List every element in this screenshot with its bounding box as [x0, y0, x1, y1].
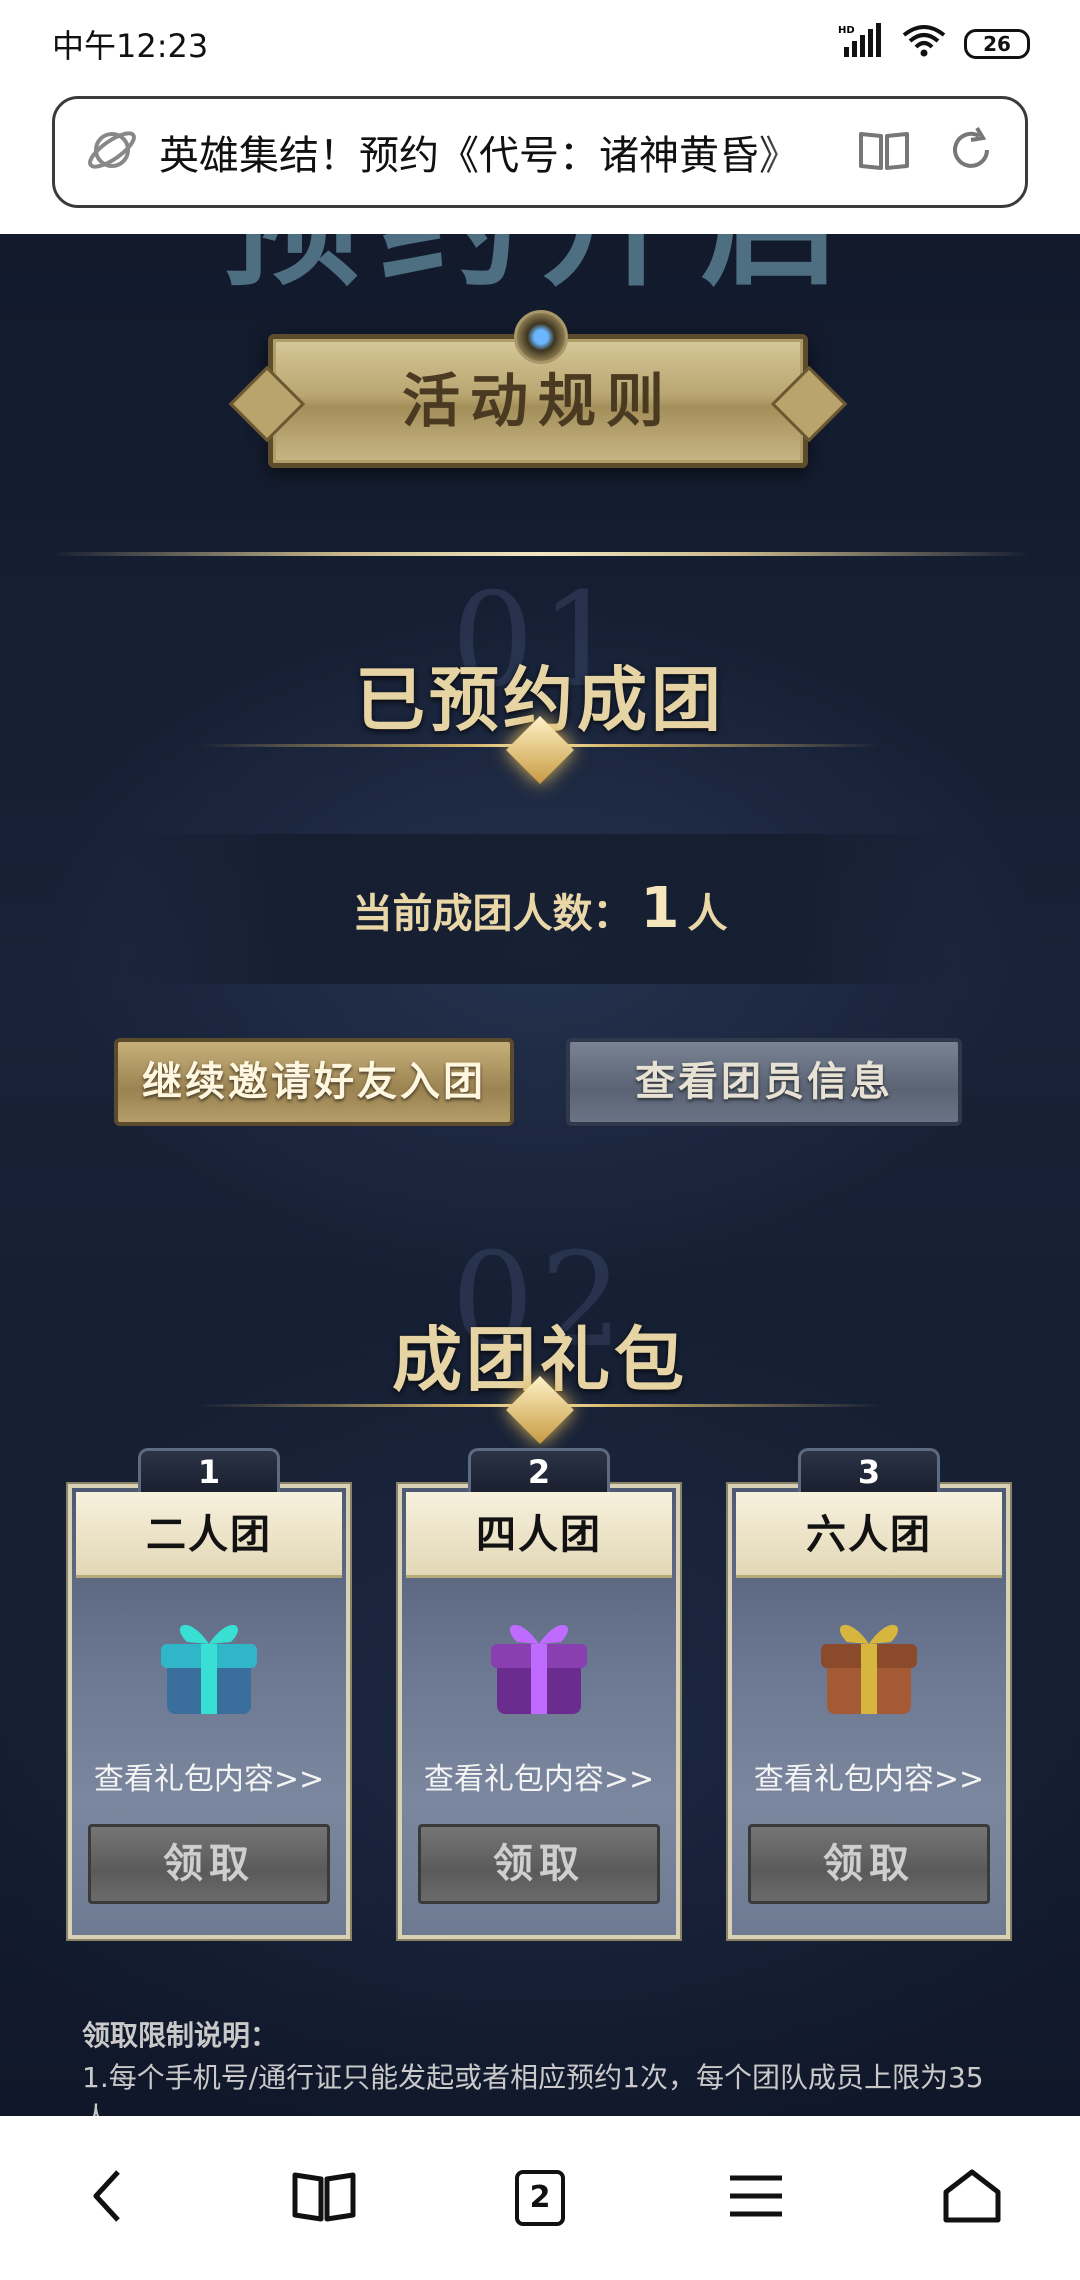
card-index: 3 — [798, 1448, 940, 1492]
gift-box-icon — [479, 1604, 599, 1724]
claim-button[interactable]: 领取 — [748, 1824, 990, 1904]
status-icons: HD 26 — [838, 23, 1030, 65]
claim-button[interactable]: 领取 — [88, 1824, 330, 1904]
card-index: 2 — [468, 1448, 610, 1492]
page-title[interactable]: 英雄集结！预约《代号：诸神黄昏》 — [159, 123, 837, 181]
wifi-icon — [902, 23, 946, 65]
planet-icon — [85, 123, 139, 181]
signal-icon: HD — [838, 23, 884, 65]
svg-text:HD: HD — [838, 25, 855, 36]
gift-card-4-person: 2 四人团 查看礼包内容>> 领取 — [398, 1448, 680, 1939]
card-title: 四人团 — [406, 1492, 672, 1578]
bookmarks-button[interactable] — [274, 2148, 374, 2248]
gift-box-icon — [809, 1604, 929, 1724]
card-title: 二人团 — [76, 1492, 342, 1578]
home-icon — [942, 2168, 1002, 2228]
header-art-fragment: 预约开启 — [180, 234, 900, 294]
bottom-navigation: 2 — [0, 2116, 1080, 2280]
menu-button[interactable] — [706, 2148, 806, 2248]
gift-box-icon — [149, 1604, 269, 1724]
address-bar[interactable]: 英雄集结！预约《代号：诸神黄昏》 — [52, 96, 1028, 208]
menu-icon — [728, 2174, 784, 2222]
invite-friends-button[interactable]: 继续邀请好友入团 — [114, 1038, 514, 1126]
view-gift-contents-link[interactable]: 查看礼包内容>> — [728, 1754, 1010, 1798]
battery-indicator: 26 — [964, 29, 1030, 59]
web-page: 预约开启 活动规则 01 已预约成团 当前成团人数：1人 继续邀请好友入团 查看… — [0, 234, 1080, 2116]
tabs-button[interactable]: 2 — [490, 2148, 590, 2248]
tabs-icon: 2 — [515, 2170, 565, 2226]
browser-toolbar: 英雄集结！预约《代号：诸神黄昏》 — [0, 88, 1080, 234]
gift-card-2-person: 1 二人团 查看礼包内容>> 领取 — [68, 1448, 350, 1939]
home-button[interactable] — [922, 2148, 1022, 2248]
back-icon — [88, 2168, 128, 2228]
view-members-button[interactable]: 查看团员信息 — [566, 1038, 962, 1126]
claim-button[interactable]: 领取 — [418, 1824, 660, 1904]
notes-text: 1.每个手机号/通行证只能发起或者相应预约1次，每个团队成员上限为35人 — [82, 2061, 984, 2116]
notes-title: 领取限制说明： — [82, 2019, 279, 2052]
status-bar: 中午12:23 HD 26 — [0, 0, 1080, 88]
refresh-icon[interactable] — [947, 126, 995, 178]
team-count: 当前成团人数： 1 人 — [352, 876, 728, 941]
reader-mode-icon[interactable] — [857, 128, 911, 176]
card-index: 1 — [138, 1448, 280, 1492]
gift-card-6-person: 3 六人团 查看礼包内容>> 领取 — [728, 1448, 1010, 1939]
view-gift-contents-link[interactable]: 查看礼包内容>> — [68, 1754, 350, 1798]
activity-rules-button[interactable]: 活动规则 — [228, 310, 848, 468]
card-title: 六人团 — [736, 1492, 1002, 1578]
back-button[interactable] — [58, 2148, 158, 2248]
book-icon — [291, 2169, 357, 2227]
view-gift-contents-link[interactable]: 查看礼包内容>> — [398, 1754, 680, 1798]
divider — [50, 552, 1030, 556]
status-time: 中午12:23 — [52, 27, 209, 65]
